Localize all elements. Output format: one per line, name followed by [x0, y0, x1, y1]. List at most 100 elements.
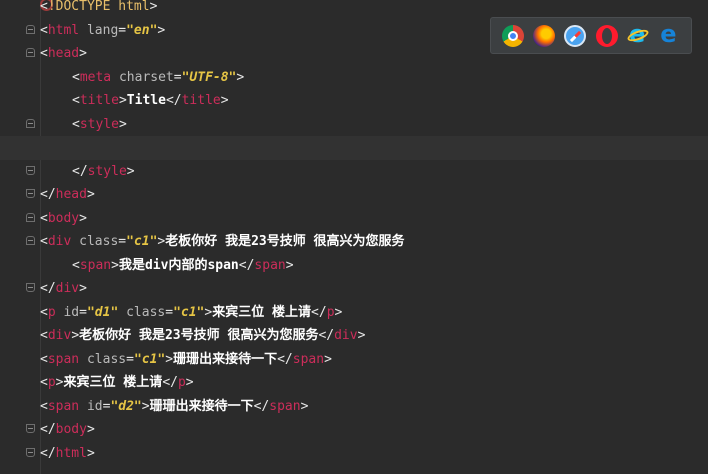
code-token: >: [157, 22, 166, 38]
code-text[interactable]: </html>: [40, 442, 95, 466]
code-token: </: [40, 445, 56, 461]
code-line[interactable]: <title>Title</title>: [0, 89, 708, 113]
code-token: p: [177, 375, 186, 390]
code-text[interactable]: <html lang="en">: [40, 19, 165, 43]
code-line[interactable]: <meta charset="UTF-8">: [0, 66, 708, 90]
code-token: >: [165, 351, 174, 367]
code-token: >: [79, 210, 87, 226]
code-token: </: [238, 257, 255, 273]
code-token: >: [79, 46, 87, 61]
code-text[interactable]: <div>老板你好 我是23号技师 很高兴为您服务</div>: [40, 324, 365, 348]
internet-explorer-icon[interactable]: [627, 20, 649, 48]
code-text[interactable]: </div>: [40, 277, 87, 301]
code-token: <: [72, 69, 80, 85]
code-token: body: [55, 422, 87, 437]
fold-marker-icon[interactable]: [26, 24, 35, 34]
code-line[interactable]: <style>: [0, 113, 708, 137]
fold-marker-icon[interactable]: [26, 447, 35, 457]
fold-marker-icon[interactable]: [26, 189, 35, 198]
code-token: 来宾三位 楼上请: [63, 375, 163, 390]
code-line[interactable]: </head>: [0, 183, 708, 207]
code-token: </: [72, 163, 88, 179]
code-token: 来宾三位 楼上请: [212, 304, 312, 320]
fold-marker-icon[interactable]: [26, 118, 35, 128]
code-text[interactable]: <p>来宾三位 楼上请</p>: [40, 371, 194, 395]
code-token: >: [324, 351, 332, 367]
fold-marker-icon[interactable]: [26, 283, 35, 292]
code-text[interactable]: <span id="d2">珊珊出来接待一下</span>: [40, 395, 308, 419]
code-line[interactable]: </div>: [0, 277, 708, 301]
code-token: >: [111, 257, 119, 273]
code-token: <: [40, 398, 48, 414]
code-token: span: [292, 351, 325, 367]
safari-icon[interactable]: [564, 24, 587, 47]
code-token: "c1": [173, 304, 205, 320]
code-line[interactable]: </body>: [0, 418, 708, 442]
code-text[interactable]: <body>: [40, 207, 87, 231]
code-text[interactable]: <style>: [40, 113, 127, 137]
code-token: title: [181, 93, 221, 108]
code-line[interactable]: <span id="d2">珊珊出来接待一下</span>: [0, 395, 708, 419]
code-text[interactable]: <meta charset="UTF-8">: [40, 66, 244, 90]
fold-marker-icon[interactable]: [26, 424, 35, 433]
code-token: charset: [118, 69, 174, 85]
code-line[interactable]: </html>: [0, 442, 708, 466]
fold-marker-icon[interactable]: [26, 236, 35, 245]
code-token: <: [40, 304, 48, 320]
code-text[interactable]: </style>: [40, 160, 135, 184]
code-token: <: [72, 93, 80, 108]
code-token: "UTF-8": [181, 69, 237, 85]
opera-icon[interactable]: [595, 24, 618, 47]
code-text[interactable]: <span class="c1">珊珊出来接待一下</span>: [40, 348, 332, 372]
code-token: </: [277, 351, 293, 367]
code-line[interactable]: <p id="d1" class="c1">来宾三位 楼上请</p>: [0, 301, 708, 325]
code-line[interactable]: <!DOCTYPE html>: [0, 0, 708, 19]
code-line[interactable]: <p>来宾三位 楼上请</p>: [0, 371, 708, 395]
code-text[interactable]: <head>: [40, 42, 87, 66]
code-token: 老板你好 我是23号技师 很高兴为您服务: [165, 234, 405, 249]
edge-icon[interactable]: [658, 20, 680, 48]
code-token: =: [118, 22, 127, 38]
code-token: >: [236, 69, 245, 85]
code-text[interactable]: <!DOCTYPE html>: [40, 0, 157, 19]
code-line[interactable]: <span class="c1">珊珊出来接待一下</span>: [0, 348, 708, 372]
code-token: body: [47, 210, 80, 226]
code-token: 珊珊出来接待一下: [173, 351, 278, 367]
code-token: =: [165, 304, 174, 320]
code-token: <: [40, 234, 48, 249]
code-token: html: [55, 445, 87, 461]
code-token: =: [118, 234, 127, 249]
code-line[interactable]: <span>我是div内部的span</span>: [0, 254, 708, 278]
code-token: 我是div内部的span: [118, 257, 239, 273]
code-text[interactable]: </body>: [40, 418, 95, 442]
chrome-icon[interactable]: [501, 24, 524, 47]
code-token: >: [86, 187, 95, 202]
firefox-icon[interactable]: [532, 24, 555, 47]
code-text[interactable]: </head>: [40, 183, 95, 207]
code-token: lang: [86, 22, 119, 38]
code-line[interactable]: </style>: [0, 160, 708, 184]
browser-preview-bar: [490, 17, 692, 54]
code-token: >: [118, 116, 127, 132]
code-line[interactable]: <body>: [0, 207, 708, 231]
code-line[interactable]: <div class="c1">老板你好 我是23号技师 很高兴为您服务: [0, 230, 708, 254]
code-line[interactable]: <div>老板你好 我是23号技师 很高兴为您服务</div>: [0, 324, 708, 348]
code-token: <: [40, 351, 48, 367]
code-text[interactable]: <div class="c1">老板你好 我是23号技师 很高兴为您服务: [40, 230, 405, 254]
code-line[interactable]: [0, 136, 708, 160]
fold-marker-icon[interactable]: [26, 165, 35, 175]
code-token: class: [79, 234, 119, 249]
code-token: !DOCTYPE html: [47, 0, 150, 14]
code-token: </: [253, 398, 270, 414]
code-text[interactable]: <span>我是div内部的span</span>: [40, 254, 294, 278]
code-text[interactable]: <p id="d1" class="c1">来宾三位 楼上请</p>: [40, 301, 342, 325]
code-text[interactable]: <title>Title</title>: [40, 89, 229, 113]
fold-marker-icon[interactable]: [26, 48, 35, 57]
code-editor[interactable]: <!DOCTYPE html> <html lang="en"> <head> <me…: [0, 0, 708, 474]
code-token: p: [326, 304, 335, 320]
code-token: >: [185, 375, 194, 390]
code-token: class: [86, 351, 127, 367]
code-token: >: [300, 398, 309, 414]
fold-marker-icon[interactable]: [26, 212, 35, 222]
code-token: <: [40, 328, 48, 343]
